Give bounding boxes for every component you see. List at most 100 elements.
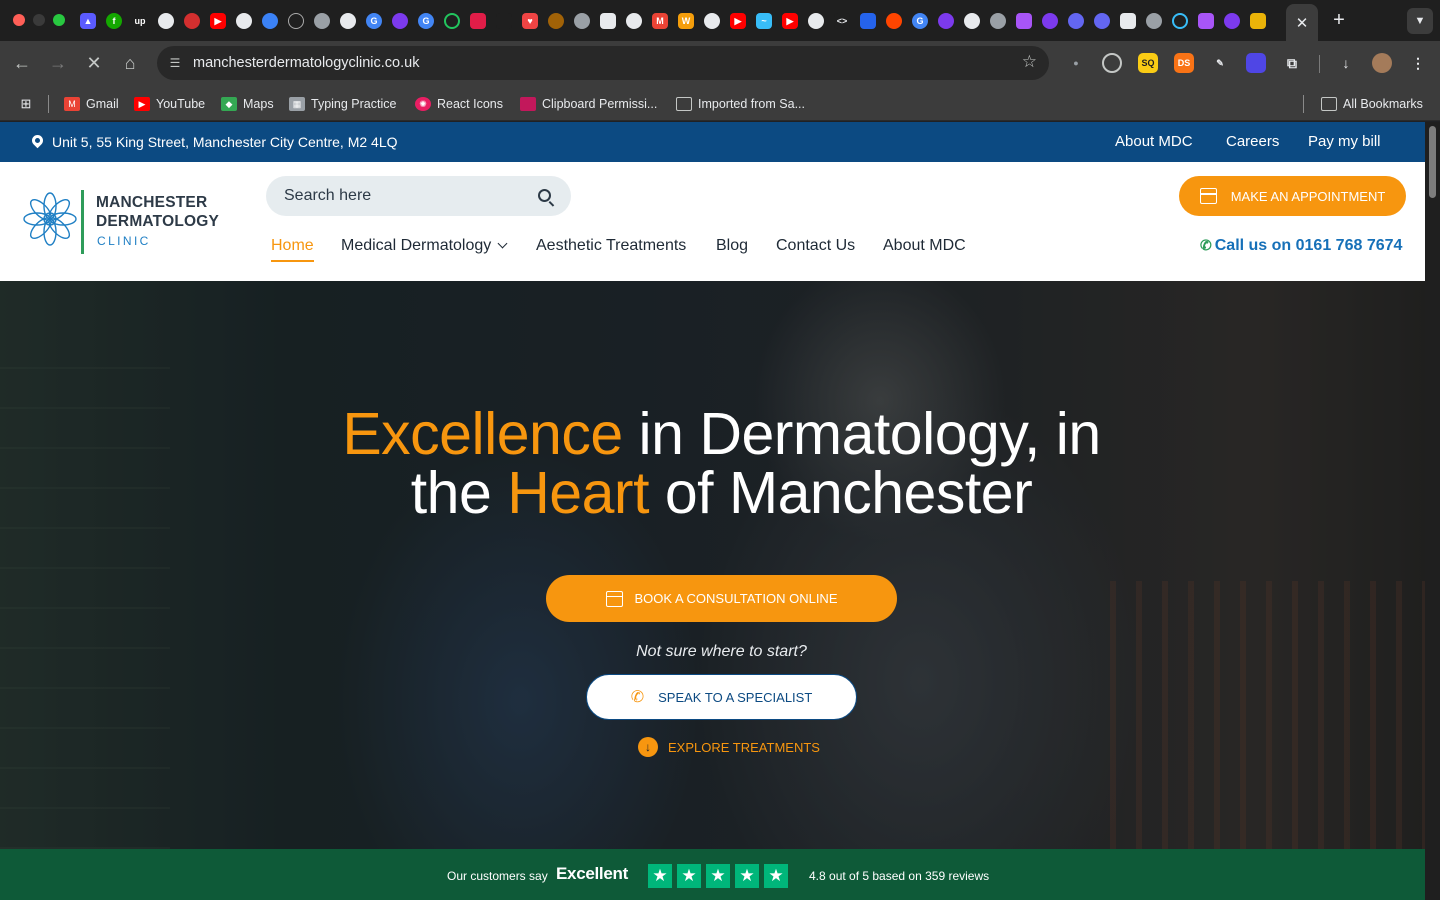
tab-favicon[interactable] (262, 13, 278, 29)
tab-favicon[interactable] (1042, 13, 1058, 29)
site-search[interactable]: Search here (266, 176, 571, 216)
make-appointment-button[interactable]: MAKE AN APPOINTMENT (1179, 176, 1406, 216)
tab-favicon[interactable] (1146, 13, 1162, 29)
nav-contact-us[interactable]: Contact Us (776, 237, 855, 255)
clinic-logo-icon[interactable] (20, 189, 80, 249)
tab-favicon[interactable]: ▶ (210, 13, 226, 29)
tab-favicon[interactable] (574, 13, 590, 29)
search-icon[interactable] (538, 189, 551, 202)
extension-icon[interactable] (1246, 53, 1266, 73)
new-tab-button[interactable]: + (1328, 8, 1350, 32)
tab-favicon[interactable] (1250, 13, 1266, 29)
back-button[interactable]: ← (8, 49, 36, 77)
tab-favicon[interactable]: ▶ (730, 13, 746, 29)
tab-favicon[interactable]: M (652, 13, 668, 29)
tab-favicon[interactable] (886, 13, 902, 29)
tab-favicon[interactable] (1094, 13, 1110, 29)
tab-favicon[interactable] (496, 13, 512, 29)
tab-favicon[interactable] (184, 13, 200, 29)
tab-search-button[interactable]: ▼ (1407, 8, 1433, 34)
tab-favicon[interactable] (1224, 13, 1240, 29)
tab-favicon[interactable]: up (132, 13, 148, 29)
bookmark-folder-imported[interactable]: Imported from Sa... (676, 95, 805, 113)
page-scrollbar[interactable] (1425, 122, 1440, 900)
tab-favicon[interactable]: G (418, 13, 434, 29)
extension-icon[interactable]: DS (1174, 53, 1194, 73)
tab-favicon[interactable] (314, 13, 330, 29)
tab-favicon[interactable] (444, 13, 460, 29)
tab-favicon[interactable] (704, 13, 720, 29)
pen-extension-icon[interactable]: ✎ (1210, 53, 1230, 73)
bookmark-react-icons[interactable]: ✺ React Icons (415, 95, 503, 113)
tab-favicon[interactable]: G (912, 13, 928, 29)
top-link-pay-bill[interactable]: Pay my bill (1308, 133, 1381, 150)
tab-favicon[interactable] (236, 13, 252, 29)
nav-home[interactable]: Home (271, 237, 314, 262)
all-bookmarks-folder[interactable]: All Bookmarks (1321, 95, 1423, 113)
trustpilot-banner[interactable]: Our customers say Excellent ★ ★ ★ ★ ★ 4.8 ou… (0, 849, 1425, 900)
bookmark-star-icon[interactable]: ☆ (1022, 52, 1037, 72)
tab-favicon[interactable] (1016, 13, 1032, 29)
nav-about-mdc[interactable]: About MDC (883, 237, 966, 255)
extension-icon[interactable] (1102, 53, 1122, 73)
stop-loading-button[interactable]: ✕ (80, 49, 108, 77)
tab-favicon[interactable] (1198, 13, 1214, 29)
tab-favicon[interactable] (808, 13, 824, 29)
extension-icon[interactable]: ● (1066, 53, 1086, 73)
close-window-button[interactable] (13, 14, 25, 26)
forward-button[interactable]: → (44, 49, 72, 77)
tab-favicon[interactable] (938, 13, 954, 29)
top-link-about[interactable]: About MDC (1115, 133, 1193, 150)
bookmark-typing-practice[interactable]: ▦ Typing Practice (289, 95, 396, 113)
minimize-window-button[interactable] (33, 14, 45, 26)
nav-medical-dermatology[interactable]: Medical Dermatology (341, 237, 508, 255)
tab-favicon[interactable]: W (678, 13, 694, 29)
url-text[interactable]: manchesterdermatologyclinic.co.uk (193, 55, 419, 71)
speak-to-specialist-button[interactable]: ✆ SPEAK TO A SPECIALIST (586, 674, 857, 720)
tab-favicon[interactable] (158, 13, 174, 29)
active-tab-close-button[interactable]: ✕ (1286, 4, 1318, 41)
puzzle-extensions-icon[interactable]: ⧉ (1282, 53, 1302, 73)
tab-favicon[interactable] (860, 13, 876, 29)
book-consultation-button[interactable]: BOOK A CONSULTATION ONLINE (546, 575, 897, 622)
search-input[interactable]: Search here (284, 187, 371, 205)
bookmark-gmail[interactable]: M Gmail (64, 95, 119, 113)
tab-favicon[interactable] (600, 13, 616, 29)
tab-favicon[interactable]: G (366, 13, 382, 29)
call-phone-link[interactable]: ✆ Call us on 0161 768 7674 (1200, 237, 1402, 255)
bookmark-clipboard[interactable]: Clipboard Permissi... (520, 95, 657, 113)
bookmark-youtube[interactable]: ▶ YouTube (134, 95, 205, 113)
tab-favicon[interactable]: <> (834, 13, 850, 29)
tab-favicon[interactable] (548, 13, 564, 29)
bookmark-maps[interactable]: ◆ Maps (221, 95, 274, 113)
downloads-icon[interactable]: ↓ (1336, 53, 1356, 73)
tab-favicon[interactable]: ~ (756, 13, 772, 29)
tab-favicon[interactable] (340, 13, 356, 29)
scrollbar-thumb[interactable] (1429, 126, 1436, 198)
tab-favicon[interactable]: ▶ (782, 13, 798, 29)
tab-favicon[interactable] (1120, 13, 1136, 29)
explore-treatments-link[interactable]: ↓ EXPLORE TREATMENTS (638, 737, 820, 757)
menu-kebab-icon[interactable]: ⋮ (1408, 53, 1428, 73)
tab-favicon[interactable] (626, 13, 642, 29)
top-link-careers[interactable]: Careers (1226, 133, 1279, 150)
apps-grid-icon[interactable]: ⊞ (18, 95, 40, 113)
tab-favicon[interactable] (392, 13, 408, 29)
site-info-icon[interactable]: ☰ (163, 51, 187, 75)
extension-icon[interactable]: SQ (1138, 53, 1158, 73)
tab-favicon[interactable]: f (106, 13, 122, 29)
tab-favicon[interactable] (1068, 13, 1084, 29)
tab-favicon[interactable] (288, 13, 304, 29)
tab-favicon[interactable]: ♥ (522, 13, 538, 29)
home-button[interactable]: ⌂ (116, 49, 144, 77)
tab-favicon[interactable] (990, 13, 1006, 29)
address-bar[interactable]: ☰ manchesterdermatologyclinic.co.uk ☆ (157, 46, 1049, 80)
tab-favicon[interactable] (964, 13, 980, 29)
zoom-window-button[interactable] (53, 14, 65, 26)
logo-wordmark[interactable]: MANCHESTER DERMATOLOGY (96, 193, 219, 231)
nav-blog[interactable]: Blog (716, 237, 748, 255)
tab-favicon[interactable] (1172, 13, 1188, 29)
profile-avatar[interactable] (1372, 53, 1392, 73)
nav-aesthetic-treatments[interactable]: Aesthetic Treatments (536, 237, 686, 255)
tab-favicon[interactable] (470, 13, 486, 29)
